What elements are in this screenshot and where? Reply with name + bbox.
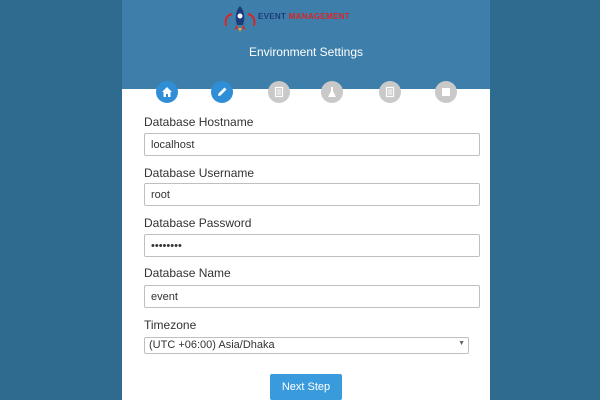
username-input[interactable] [144, 183, 480, 206]
home-icon [162, 87, 172, 97]
card-header: EVENT MANAGEMENT Environment Settings [122, 0, 490, 90]
next-step-button[interactable]: Next Step [270, 374, 342, 400]
document-icon [274, 86, 284, 98]
timezone-selected-value: (UTC +06:00) Asia/Dhaka [149, 339, 275, 351]
hostname-label: Database Hostname [144, 115, 254, 129]
timezone-label: Timezone [144, 318, 197, 332]
chevron-down-icon: ▼ [458, 340, 465, 347]
step-6[interactable] [435, 81, 457, 103]
step-environment[interactable] [211, 81, 233, 103]
flask-icon [328, 87, 336, 97]
timezone-select[interactable]: (UTC +06:00) Asia/Dhaka ▼ [144, 337, 469, 354]
pencil-icon [218, 87, 227, 96]
password-label: Database Password [144, 216, 252, 230]
rocket-logo-icon [224, 6, 256, 32]
db-name-input[interactable] [144, 285, 480, 308]
event-management-logo: EVENT MANAGEMENT [222, 4, 392, 32]
page-title: Environment Settings [248, 45, 364, 59]
logo-text-secondary: MANAGEMENT [288, 12, 350, 21]
document-icon [385, 86, 395, 98]
password-input[interactable] [144, 234, 480, 257]
install-card: EVENT MANAGEMENT Environment Settings Da… [122, 0, 490, 400]
step-3[interactable] [268, 81, 290, 103]
logo-text-primary: EVENT [258, 12, 287, 21]
db-name-label: Database Name [144, 266, 231, 280]
square-icon [442, 88, 450, 96]
step-4[interactable] [321, 81, 343, 103]
step-5[interactable] [379, 81, 401, 103]
username-label: Database Username [144, 166, 255, 180]
logo-text: EVENT MANAGEMENT [258, 12, 350, 21]
hostname-input[interactable] [144, 133, 480, 156]
step-home[interactable] [156, 81, 178, 103]
